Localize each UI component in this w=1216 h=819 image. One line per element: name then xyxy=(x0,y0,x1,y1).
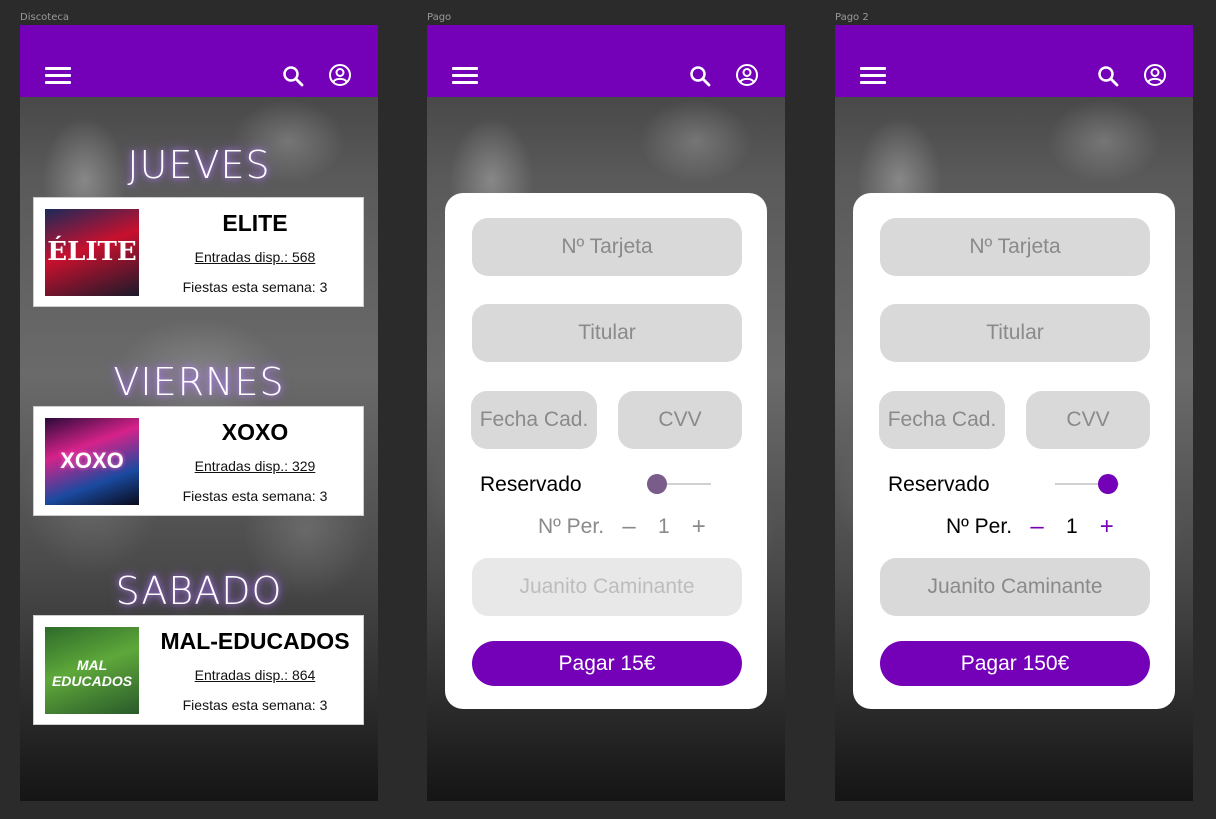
event-card-xoxo[interactable]: XOXO XOXO Entradas disp.: 329 Fiestas es… xyxy=(33,406,364,516)
day-title-jueves: JUEVES xyxy=(127,143,271,187)
increment-button[interactable]: + xyxy=(690,515,708,539)
event-poster: ÉLITE xyxy=(45,209,139,296)
reserved-toggle[interactable] xyxy=(647,472,711,496)
menu-icon[interactable] xyxy=(860,67,886,85)
search-icon[interactable] xyxy=(688,64,712,88)
reserved-label: Reservado xyxy=(480,473,582,496)
frame-label-discoteca: Discoteca xyxy=(20,12,70,23)
search-icon[interactable] xyxy=(281,64,305,88)
cvv-field[interactable]: CVV xyxy=(1026,391,1150,449)
account-icon[interactable] xyxy=(735,63,759,87)
event-tickets-link[interactable]: Entradas disp.: 329 xyxy=(195,458,316,474)
payment-card: Nº Tarjeta Titular Fecha Cad. CVV Reserv… xyxy=(853,193,1175,709)
persons-value: 1 xyxy=(658,515,670,538)
pay-button[interactable]: Pagar 15€ xyxy=(472,641,742,686)
persons-row: Nº Per. – 1 + xyxy=(538,513,708,541)
expiry-field[interactable]: Fecha Cad. xyxy=(471,391,597,449)
name-field[interactable]: Juanito Caminante xyxy=(880,558,1150,616)
search-icon[interactable] xyxy=(1096,64,1120,88)
reserved-toggle[interactable] xyxy=(1055,472,1119,496)
event-week-count: Fiestas esta semana: 3 xyxy=(182,488,328,504)
pay-button[interactable]: Pagar 150€ xyxy=(880,641,1150,686)
frame-label-pago: Pago xyxy=(427,12,452,23)
persons-label: Nº Per. xyxy=(946,515,1013,538)
decrement-button[interactable]: – xyxy=(1028,515,1046,539)
day-title-sabado: SABADO xyxy=(115,569,283,613)
event-name: ELITE xyxy=(222,210,288,236)
persons-value: 1 xyxy=(1066,515,1078,538)
event-poster: MAL EDUCADOS xyxy=(45,627,139,714)
event-card-elite[interactable]: ÉLITE ELITE Entradas disp.: 568 Fiestas … xyxy=(33,197,364,307)
toggle-knob xyxy=(1098,474,1118,494)
event-poster: XOXO xyxy=(45,418,139,505)
event-week-count: Fiestas esta semana: 3 xyxy=(182,279,328,295)
persons-label: Nº Per. xyxy=(538,515,605,538)
increment-button[interactable]: + xyxy=(1098,515,1116,539)
event-tickets-link[interactable]: Entradas disp.: 864 xyxy=(195,667,316,683)
reserved-label: Reservado xyxy=(888,473,990,496)
payment-card: Nº Tarjeta Titular Fecha Cad. CVV Reserv… xyxy=(445,193,767,709)
account-icon[interactable] xyxy=(328,63,352,87)
holder-field[interactable]: Titular xyxy=(472,304,742,362)
day-title-viernes: VIERNES xyxy=(113,360,285,404)
holder-field[interactable]: Titular xyxy=(880,304,1150,362)
event-card-mal-educados[interactable]: MAL EDUCADOS MAL-EDUCADOS Entradas disp.… xyxy=(33,615,364,725)
pago-screen: Nº Tarjeta Titular Fecha Cad. CVV Reserv… xyxy=(427,25,785,801)
frame-label-pago2: Pago 2 xyxy=(835,12,869,23)
menu-icon[interactable] xyxy=(452,67,478,85)
name-field[interactable]: Juanito Caminante xyxy=(472,558,742,616)
top-bar xyxy=(835,25,1193,97)
menu-icon[interactable] xyxy=(45,67,71,85)
discoteca-screen: JUEVES ÉLITE ELITE Entradas disp.: 568 F… xyxy=(20,25,378,801)
card-number-field[interactable]: Nº Tarjeta xyxy=(472,218,742,276)
decrement-button[interactable]: – xyxy=(620,515,638,539)
card-number-field[interactable]: Nº Tarjeta xyxy=(880,218,1150,276)
pago2-screen: Nº Tarjeta Titular Fecha Cad. CVV Reserv… xyxy=(835,25,1193,801)
toggle-knob xyxy=(647,474,667,494)
event-name: MAL-EDUCADOS xyxy=(160,628,350,654)
event-name: XOXO xyxy=(221,419,289,445)
account-icon[interactable] xyxy=(1143,63,1167,87)
event-tickets-link[interactable]: Entradas disp.: 568 xyxy=(195,249,316,265)
top-bar xyxy=(427,25,785,97)
expiry-field[interactable]: Fecha Cad. xyxy=(879,391,1005,449)
cvv-field[interactable]: CVV xyxy=(618,391,742,449)
event-week-count: Fiestas esta semana: 3 xyxy=(182,697,328,713)
top-bar xyxy=(20,25,378,97)
persons-row: Nº Per. – 1 + xyxy=(946,513,1116,541)
